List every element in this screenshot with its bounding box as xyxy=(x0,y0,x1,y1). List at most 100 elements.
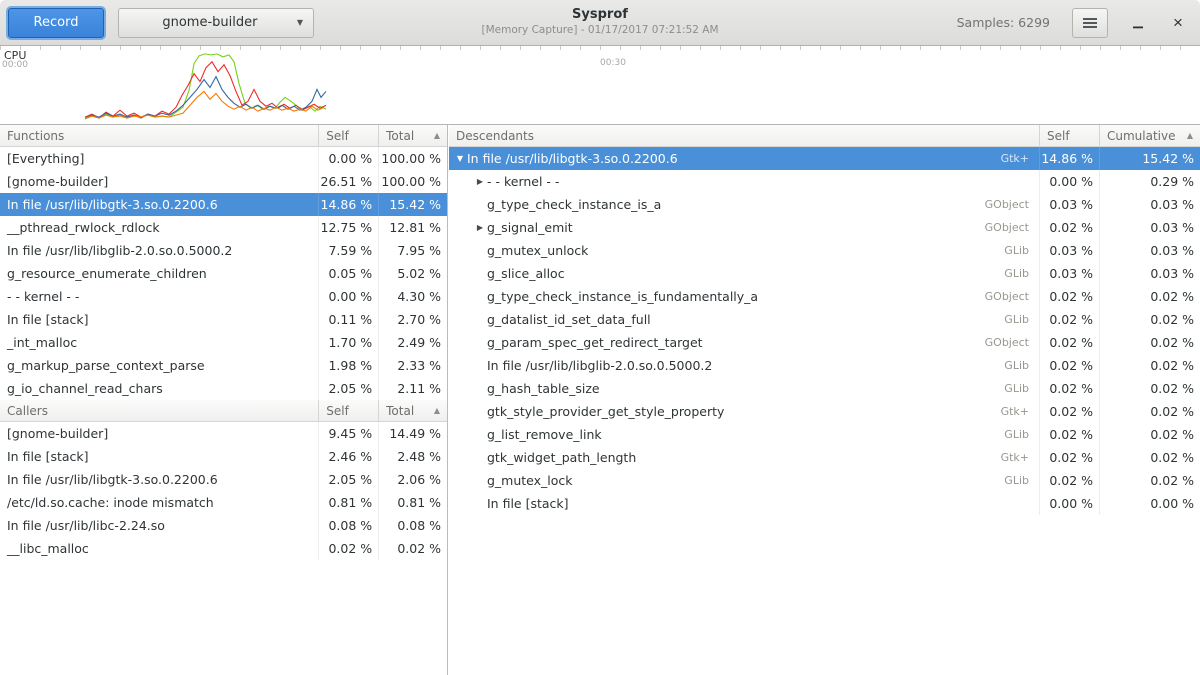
expander-icon[interactable]: ▶ xyxy=(473,223,487,232)
table-row[interactable]: __pthread_rwlock_rdlock12.75 %12.81 % xyxy=(0,216,447,239)
function-name-label: gtk_widget_path_length xyxy=(487,450,636,465)
table-row[interactable]: In file /usr/lib/libgtk-3.so.0.2200.62.0… xyxy=(0,468,447,491)
cell-function-name: g_mutex_unlockGLib xyxy=(449,239,1040,262)
table-row[interactable]: g_markup_parse_context_parse1.98 %2.33 % xyxy=(0,354,447,377)
table-row[interactable]: /etc/ld.so.cache: inode mismatch0.81 %0.… xyxy=(0,491,447,514)
cell-function-name: [Everything] xyxy=(0,147,319,170)
table-row[interactable]: g_datalist_id_set_data_fullGLib0.02 %0.0… xyxy=(449,308,1200,331)
cell-function-name: ▼In file /usr/lib/libgtk-3.so.0.2200.6Gt… xyxy=(449,147,1040,170)
table-row[interactable]: g_mutex_lockGLib0.02 %0.02 % xyxy=(449,469,1200,492)
cell-self-value: 0.02 % xyxy=(1040,308,1100,331)
expander-icon[interactable]: ▶ xyxy=(473,177,487,186)
self-column-header[interactable]: Self xyxy=(319,400,379,421)
cell-total-value: 2.33 % xyxy=(379,354,447,377)
cell-function-name: gtk_widget_path_lengthGtk+ xyxy=(449,446,1040,469)
functions-column-header[interactable]: Functions xyxy=(0,125,319,146)
table-row[interactable]: g_type_check_instance_is_fundamentally_a… xyxy=(449,285,1200,308)
table-row[interactable]: [Everything]0.00 %100.00 % xyxy=(0,147,447,170)
table-row[interactable]: g_list_remove_linkGLib0.02 %0.02 % xyxy=(449,423,1200,446)
cell-self-value: 0.03 % xyxy=(1040,262,1100,285)
table-row[interactable]: ▶g_signal_emitGObject0.02 %0.03 % xyxy=(449,216,1200,239)
self-column-header[interactable]: Self xyxy=(1040,125,1100,146)
close-button[interactable]: × xyxy=(1164,8,1192,38)
cell-function-name: In file /usr/lib/libc-2.24.so xyxy=(0,514,319,537)
table-row[interactable]: g_mutex_unlockGLib0.03 %0.03 % xyxy=(449,239,1200,262)
table-row[interactable]: ▼In file /usr/lib/libgtk-3.so.0.2200.6Gt… xyxy=(449,147,1200,170)
table-row[interactable]: - - kernel - -0.00 %4.30 % xyxy=(0,285,447,308)
library-badge: GLib xyxy=(994,428,1029,441)
time-label-start: 00:00 xyxy=(2,60,28,70)
total-column-label: Total xyxy=(386,129,414,143)
sort-indicator-icon: ▲ xyxy=(434,131,440,140)
table-row[interactable]: In file /usr/lib/libc-2.24.so0.08 %0.08 … xyxy=(0,514,447,537)
table-row[interactable]: g_slice_allocGLib0.03 %0.03 % xyxy=(449,262,1200,285)
cell-total-value: 7.95 % xyxy=(379,239,447,262)
headerbar-right-group: Samples: 6299 × xyxy=(957,8,1192,38)
cell-self-value: 0.00 % xyxy=(319,285,379,308)
cell-self-value: 0.00 % xyxy=(319,147,379,170)
cell-total-value: 100.00 % xyxy=(379,147,447,170)
total-column-label: Total xyxy=(386,404,414,418)
table-row[interactable]: In file [stack]0.00 %0.00 % xyxy=(449,492,1200,515)
table-row[interactable]: g_resource_enumerate_children0.05 %5.02 … xyxy=(0,262,447,285)
table-row[interactable]: __libc_malloc0.02 %0.02 % xyxy=(0,537,447,560)
cell-self-value: 0.11 % xyxy=(319,308,379,331)
table-row[interactable]: _int_malloc1.70 %2.49 % xyxy=(0,331,447,354)
table-row[interactable]: ▶- - kernel - -0.00 %0.29 % xyxy=(449,170,1200,193)
cell-cumulative-value: 0.00 % xyxy=(1100,492,1200,515)
cell-total-value: 0.81 % xyxy=(379,491,447,514)
cell-function-name: In file [stack] xyxy=(0,445,319,468)
cell-cumulative-value: 0.02 % xyxy=(1100,308,1200,331)
table-row[interactable]: In file [stack]0.11 %2.70 % xyxy=(0,308,447,331)
menu-button[interactable] xyxy=(1072,8,1108,38)
table-row[interactable]: [gnome-builder]9.45 %14.49 % xyxy=(0,422,447,445)
table-row[interactable]: [gnome-builder]26.51 %100.00 % xyxy=(0,170,447,193)
library-badge: Gtk+ xyxy=(991,152,1029,165)
function-name-label: g_type_check_instance_is_a xyxy=(487,197,661,212)
table-row[interactable]: In file /usr/lib/libgtk-3.so.0.2200.614.… xyxy=(0,193,447,216)
cell-function-name: g_io_channel_read_chars xyxy=(0,377,319,400)
cell-self-value: 0.08 % xyxy=(319,514,379,537)
expander-icon[interactable]: ▼ xyxy=(453,154,467,163)
cell-total-value: 2.70 % xyxy=(379,308,447,331)
total-column-header[interactable]: Total ▲ xyxy=(379,125,447,146)
self-column-label: Self xyxy=(326,404,349,418)
callers-column-label: Callers xyxy=(7,404,48,418)
cell-function-name: g_type_check_instance_is_aGObject xyxy=(449,193,1040,216)
table-row[interactable]: g_type_check_instance_is_aGObject0.03 %0… xyxy=(449,193,1200,216)
table-row[interactable]: In file [stack]2.46 %2.48 % xyxy=(0,445,447,468)
cumulative-column-header[interactable]: Cumulative ▲ xyxy=(1100,125,1200,146)
cell-self-value: 7.59 % xyxy=(319,239,379,262)
self-column-header[interactable]: Self xyxy=(319,125,379,146)
descendants-rows: ▼In file /usr/lib/libgtk-3.so.0.2200.6Gt… xyxy=(449,147,1200,515)
cell-self-value: 2.05 % xyxy=(319,468,379,491)
callers-column-header[interactable]: Callers xyxy=(0,400,319,421)
process-selector-button[interactable]: gnome-builder ▼ xyxy=(118,8,314,38)
table-row[interactable]: In file /usr/lib/libglib-2.0.so.0.5000.2… xyxy=(449,354,1200,377)
record-button[interactable]: Record xyxy=(8,8,104,38)
table-row[interactable]: g_param_spec_get_redirect_targetGObject0… xyxy=(449,331,1200,354)
callers-header-row: Callers Self Total ▲ xyxy=(0,400,447,422)
self-column-label: Self xyxy=(1047,129,1070,143)
close-icon: × xyxy=(1173,14,1183,31)
cell-self-value: 0.02 % xyxy=(1040,469,1100,492)
library-badge: GLib xyxy=(994,313,1029,326)
total-column-header[interactable]: Total ▲ xyxy=(379,400,447,421)
cell-self-value: 0.05 % xyxy=(319,262,379,285)
window-subtitle: [Memory Capture] - 01/17/2017 07:21:52 A… xyxy=(300,24,900,36)
cell-self-value: 9.45 % xyxy=(319,422,379,445)
table-row[interactable]: In file /usr/lib/libglib-2.0.so.0.5000.2… xyxy=(0,239,447,262)
descendants-column-header[interactable]: Descendants xyxy=(449,125,1040,146)
cell-cumulative-value: 0.03 % xyxy=(1100,216,1200,239)
minimize-button[interactable] xyxy=(1124,8,1152,38)
library-badge: GLib xyxy=(994,474,1029,487)
table-row[interactable]: gtk_style_provider_get_style_propertyGtk… xyxy=(449,400,1200,423)
table-row[interactable]: g_io_channel_read_chars2.05 %2.11 % xyxy=(0,377,447,400)
table-row[interactable]: g_hash_table_sizeGLib0.02 %0.02 % xyxy=(449,377,1200,400)
cell-self-value: 0.02 % xyxy=(1040,377,1100,400)
cell-function-name: In file [stack] xyxy=(449,492,1040,515)
cpu-graph[interactable]: CPU 00:00 00:30 xyxy=(0,46,1200,125)
cell-total-value: 5.02 % xyxy=(379,262,447,285)
table-row[interactable]: gtk_widget_path_lengthGtk+0.02 %0.02 % xyxy=(449,446,1200,469)
cell-function-name: __libc_malloc xyxy=(0,537,319,560)
